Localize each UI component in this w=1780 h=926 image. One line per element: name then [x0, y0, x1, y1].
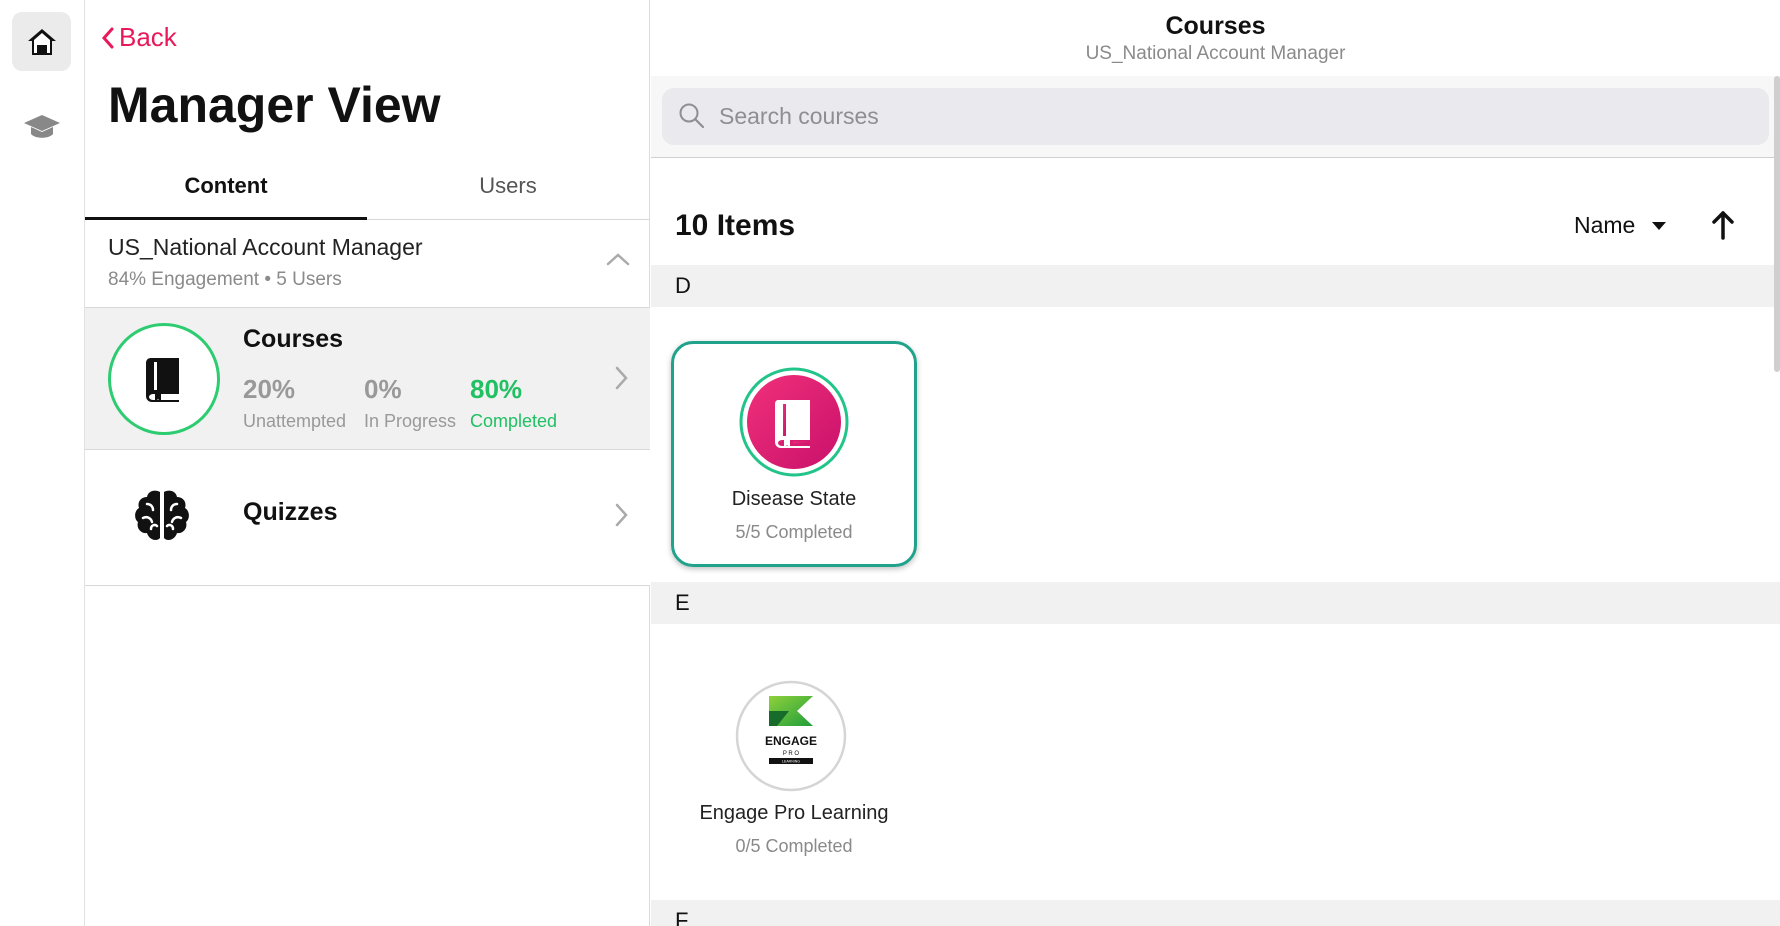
- stat-value: 0%: [364, 374, 402, 404]
- engage-logo-text: ENGAGE: [765, 734, 817, 748]
- group-subtitle: 84% Engagement • 5 Users: [108, 269, 342, 290]
- home-nav-button[interactable]: [12, 12, 71, 71]
- tab-bar: Content Users: [85, 160, 650, 220]
- tab-users[interactable]: Users: [367, 160, 649, 220]
- nav-rail: [0, 0, 85, 926]
- search-input[interactable]: Search courses: [662, 88, 1769, 145]
- engage-pro-logo: ENGAGE P R O LEARNING: [735, 680, 847, 792]
- manager-panel: Back Manager View Content Users US_Natio…: [85, 0, 650, 926]
- section-letter: E: [675, 590, 690, 615]
- caret-down-icon: [1652, 221, 1667, 230]
- search-placeholder: Search courses: [719, 103, 879, 129]
- back-label: Back: [119, 22, 177, 52]
- header-title: Courses: [1165, 12, 1266, 40]
- page-title: Manager View: [108, 77, 441, 133]
- search-bar-container: Search courses: [651, 76, 1780, 158]
- chevron-right-icon: [615, 366, 628, 390]
- search-icon: [679, 103, 705, 129]
- sort-label: Name: [1574, 212, 1636, 238]
- sort-dropdown[interactable]: Name: [1574, 212, 1667, 239]
- tab-content[interactable]: Content: [85, 160, 367, 220]
- engage-logo-subtext: P R O: [783, 751, 800, 757]
- chevron-up-icon[interactable]: [606, 252, 630, 266]
- section-header: E: [651, 582, 1780, 624]
- graduation-cap-icon: [23, 114, 60, 138]
- chevron-right-icon: [615, 503, 628, 527]
- stat-in-progress: 0% In Progress: [364, 374, 456, 432]
- sort-ascending-arrow-icon[interactable]: [1711, 210, 1735, 240]
- section-header: D: [651, 265, 1780, 307]
- course-name: Disease State: [731, 488, 857, 510]
- home-icon: [27, 28, 56, 55]
- stat-completed: 80% Completed: [470, 374, 557, 432]
- stat-label: Unattempted: [243, 411, 347, 431]
- section-header: F: [651, 900, 1780, 926]
- courses-row[interactable]: Courses 20% Unattempted 0% In Progress 8…: [85, 308, 650, 450]
- group-header[interactable]: US_National Account Manager 84% Engageme…: [85, 220, 650, 308]
- header-subtitle: US_National Account Manager: [1085, 43, 1346, 64]
- section-letter: D: [675, 273, 691, 298]
- group-title: US_National Account Manager: [108, 234, 423, 260]
- book-icon: [739, 367, 849, 477]
- courses-progress-ring: [108, 323, 220, 435]
- course-progress: 5/5 Completed: [735, 522, 853, 542]
- stat-unattempted: 20% Unattempted: [243, 374, 346, 432]
- item-count: 10 Items: [675, 209, 796, 242]
- stat-label: In Progress: [364, 411, 457, 431]
- course-card-disease-state[interactable]: Disease State 5/5 Completed: [671, 341, 917, 567]
- back-button[interactable]: Back: [101, 22, 177, 53]
- scrollbar[interactable]: [1774, 76, 1780, 372]
- stat-label: Completed: [470, 411, 558, 431]
- courses-panel: Courses US_National Account Manager Sear…: [651, 0, 1780, 926]
- stat-value: 20%: [243, 374, 296, 404]
- engage-logo-band-text: LEARNING: [782, 760, 800, 764]
- courses-nav-button[interactable]: [12, 97, 71, 156]
- section-letter: F: [675, 908, 689, 926]
- course-card-engage-pro-learning[interactable]: ENGAGE P R O LEARNING Engage Pro Learnin…: [671, 658, 917, 884]
- book-icon: [146, 358, 179, 402]
- course-name: Engage Pro Learning: [699, 802, 889, 824]
- chevron-left-icon: [101, 27, 114, 48]
- quizzes-row[interactable]: Quizzes: [85, 450, 650, 586]
- course-progress: 0/5 Completed: [735, 836, 853, 856]
- quizzes-title: Quizzes: [243, 498, 338, 526]
- brain-icon: [135, 490, 189, 541]
- stat-value: 80%: [470, 374, 523, 404]
- courses-title: Courses: [243, 325, 344, 353]
